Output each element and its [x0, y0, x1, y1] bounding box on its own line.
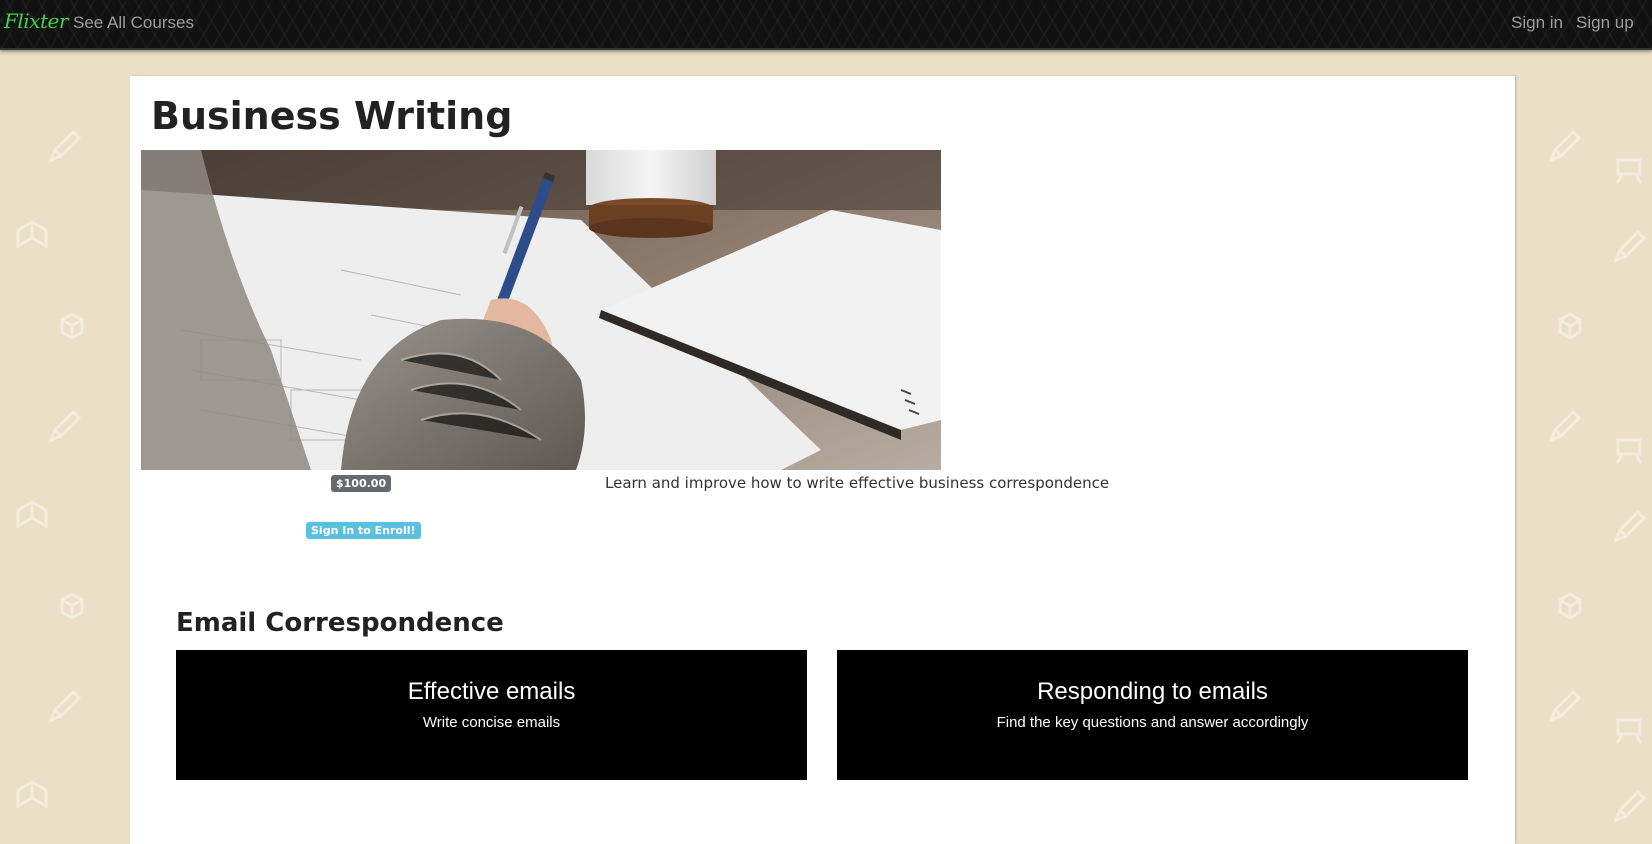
see-all-courses-link[interactable]: See All Courses	[73, 13, 194, 33]
section-title: Email Correspondence	[176, 608, 504, 638]
course-hero-image	[141, 150, 941, 470]
course-card: Business Writing $100.00 Learn and impro…	[130, 76, 1515, 844]
pencil-icon	[1548, 129, 1582, 163]
cube-icon	[1558, 592, 1582, 620]
lesson-title: Effective emails	[407, 678, 576, 705]
lesson-subtitle: Write concise emails	[422, 714, 561, 731]
pencil-icon	[1548, 689, 1582, 723]
chalkboard-icon	[1616, 718, 1642, 744]
lesson-card[interactable]: Effective emails Write concise emails	[176, 650, 807, 780]
sign-in-link[interactable]: Sign in	[1511, 13, 1563, 33]
lesson-title: Responding to emails	[1037, 678, 1268, 705]
cube-icon	[1558, 312, 1582, 340]
lesson-card[interactable]: Responding to emails Find the key questi…	[837, 650, 1468, 780]
chalkboard-icon	[1616, 438, 1642, 464]
pencil-icon	[1613, 509, 1647, 543]
cube-icon	[60, 592, 84, 620]
pencil-icon	[48, 129, 82, 163]
pencil-icon	[1548, 409, 1582, 443]
course-description: Learn and improve how to write effective…	[605, 474, 1110, 492]
top-navbar: Flixter See All Courses Sign in Sign up	[0, 0, 1652, 50]
book-icon	[16, 780, 48, 809]
chalkboard-icon	[1616, 158, 1642, 184]
brand-logo[interactable]: Flixter	[4, 9, 68, 33]
sign-up-link[interactable]: Sign up	[1576, 13, 1634, 33]
course-title: Business Writing	[151, 94, 513, 138]
pencil-icon	[48, 689, 82, 723]
book-icon	[16, 220, 48, 249]
pencil-icon	[1613, 789, 1647, 823]
price-badge: $100.00	[331, 475, 392, 492]
cube-icon	[60, 312, 84, 340]
sign-in-to-enroll-button[interactable]: Sign In to Enroll!	[306, 522, 421, 539]
pencil-icon	[1613, 229, 1647, 263]
book-icon	[16, 500, 48, 529]
lesson-subtitle: Find the key questions and answer accord…	[996, 714, 1309, 731]
pencil-icon	[48, 409, 82, 443]
